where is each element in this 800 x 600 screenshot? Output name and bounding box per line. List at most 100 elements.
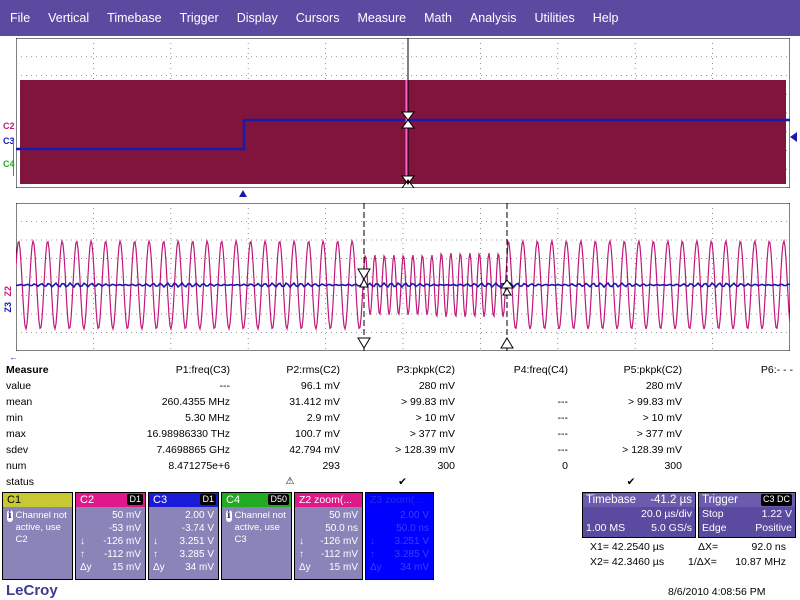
z2-panel[interactable]: Z2 zoom(... 50 mV 50.0 ns ↓ -126 mV ↑ -112 mV… [294, 492, 363, 580]
cursor-inv-value: 10.87 MHz [735, 556, 786, 568]
menu-item-help[interactable]: Help [584, 0, 628, 36]
z2-value-line: Δy 15 mV [299, 562, 358, 573]
c2-label: C2 [3, 121, 15, 131]
measure-cell: > 10 mV [642, 412, 682, 424]
trigger-level-arrow-icon[interactable] [790, 132, 797, 142]
measure-cell: 0 [562, 460, 568, 472]
z2-tab[interactable]: Z2 zoom(... [295, 493, 362, 507]
c2-tab[interactable]: C2 D1 [76, 493, 145, 507]
c3-value-line: ↑ 3.285 V [153, 549, 214, 560]
measure-header-2[interactable]: P2:rms(C2) [240, 364, 340, 376]
c2-badge: D1 [127, 494, 143, 505]
cursor-dx-value: 92.0 ns [751, 541, 786, 553]
menu-item-vertical[interactable]: Vertical [39, 0, 98, 36]
c3-value-line: ↓ 3.251 V [153, 536, 214, 547]
z3-tab[interactable]: Z3 zoom(... [366, 493, 433, 507]
cursor-x1: X1= 42.2540 µs [590, 541, 665, 553]
measure-cell: ✔ [626, 476, 636, 488]
measure-cell: 42.794 mV [289, 444, 340, 456]
measure-cell: value [6, 380, 32, 392]
menu-item-measure[interactable]: Measure [348, 0, 415, 36]
measure-row: value --- 96.1 mV 280 mV 280 mV [0, 380, 800, 396]
c2-value-line: ↑ -112 mV [80, 549, 141, 560]
c2-value-line: ↓ -126 mV [80, 536, 141, 547]
trigger-label: Trigger [702, 494, 738, 506]
c1-panel[interactable]: C1 i Channel not active, use C2 [2, 492, 73, 580]
measure-row: sdev 7.4698865 GHz 42.794 mV > 128.39 mV ---… [0, 444, 800, 460]
measure-cell: max [6, 428, 26, 440]
measure-header-0: Measure [6, 364, 49, 376]
measure-header-5[interactable]: P5:pkpk(C2) [580, 364, 682, 376]
menu-item-timebase[interactable]: Timebase [98, 0, 170, 36]
z3-panel[interactable]: Z3 zoom(... 2.00 V 50.0 ns ↓ 3.251 V ↑ 3.285 … [365, 492, 434, 580]
menu-item-utilities[interactable]: Utilities [525, 0, 583, 36]
measure-cell: --- [557, 428, 569, 440]
c2-values: 50 mV -53 mV ↓ -126 mV ↑ -112 mV Δy 15 mV [76, 507, 145, 579]
measure-cell: ✔ [398, 476, 407, 488]
cursor-x2: X2= 42.3460 µs [590, 556, 665, 568]
zoom-waveform-grid[interactable] [16, 203, 790, 351]
measure-header-4[interactable]: P4:freq(C4) [470, 364, 568, 376]
cursor-dx-label: ΔX= [698, 541, 719, 553]
measure-cell: 300 [664, 460, 682, 472]
measure-cell: > 99.83 mV [628, 396, 682, 408]
z3-value-line: ↑ 3.285 V [370, 549, 429, 560]
trigger-slope: Positive [755, 522, 792, 534]
z2-value-line: 50 mV [329, 510, 358, 521]
menu-item-file[interactable]: File [0, 0, 39, 36]
trigger-position-arrow-icon[interactable] [239, 190, 247, 197]
z2-label: Z2 [3, 286, 13, 297]
menu-item-trigger[interactable]: Trigger [171, 0, 228, 36]
measure-cell: num [6, 460, 27, 472]
z3-value-line: 2.00 V [400, 510, 429, 521]
c3-value-line: -3.74 V [181, 523, 214, 534]
cursor-inv-label: 1/ΔX= [688, 556, 717, 568]
c3-panel[interactable]: C3 D1 2.00 V -3.74 V ↓ 3.251 V ↑ 3.285 V Δy 34 m… [148, 492, 219, 580]
c1-tab[interactable]: C1 [3, 493, 72, 507]
timebase-samples: 1.00 MS [586, 522, 626, 534]
measure-cell: 31.412 mV [289, 396, 340, 408]
timebase-panel[interactable]: Timebase -41.2 µs 20.0 µs/div 1.00 MS 5.0 … [582, 492, 696, 538]
c3-tab[interactable]: C3 D1 [149, 493, 218, 507]
c2-value-line: Δy 15 mV [80, 562, 141, 573]
measure-cell: 2.9 mV [306, 412, 340, 424]
measure-cell: 8.471275e+6 [168, 460, 230, 472]
measure-row: status ⚠ ✔ ✔ [0, 476, 800, 492]
c3-badge: D1 [200, 494, 216, 505]
measure-cell: --- [219, 380, 231, 392]
measure-cell: --- [557, 412, 569, 424]
z2-value-line: ↓ -126 mV [299, 536, 358, 547]
measure-cell: 280 mV [418, 380, 455, 392]
menu-item-cursors[interactable]: Cursors [287, 0, 349, 36]
timebase-label: Timebase [586, 494, 637, 506]
c2-panel[interactable]: C2 D1 50 mV -53 mV ↓ -126 mV ↑ -112 mV Δy 15 mV [75, 492, 146, 580]
c2-value-line: 50 mV [112, 510, 141, 521]
c4-tab[interactable]: C4 D50 [222, 493, 291, 507]
c2-envelope [20, 80, 786, 184]
measure-cell: > 128.39 mV [395, 444, 455, 456]
measure-header-3[interactable]: P3:pkpk(C2) [350, 364, 455, 376]
info-icon: i [7, 510, 13, 522]
measure-row: min 5.30 MHz 2.9 mV > 10 mV --- > 10 mV [0, 412, 800, 428]
measure-row: mean 260.4355 MHz 31.412 mV > 99.83 mV --- > … [0, 396, 800, 412]
menu-item-analysis[interactable]: Analysis [461, 0, 526, 36]
menu-item-math[interactable]: Math [415, 0, 461, 36]
measure-cell: 5.30 MHz [185, 412, 230, 424]
info-icon: i [226, 510, 232, 522]
upper-waveform-grid[interactable] [16, 38, 790, 188]
measure-cell: > 377 mV [636, 428, 682, 440]
measure-cell: 293 [322, 460, 340, 472]
menu-item-display[interactable]: Display [228, 0, 287, 36]
measure-header-1[interactable]: P1:freq(C3) [120, 364, 230, 376]
measure-header-6[interactable]: P6:- - - [700, 364, 793, 376]
measure-cell: sdev [6, 444, 29, 456]
c3-value-line: 2.00 V [185, 510, 214, 521]
z3-values: 2.00 V 50.0 ns ↓ 3.251 V ↑ 3.285 V Δy 34 mV [366, 507, 433, 579]
c4-panel[interactable]: C4 D50 i Channel not active, use C3 [221, 492, 292, 580]
trigger-panel[interactable]: Trigger C3 DC Stop 1.22 V Edge Positive [698, 492, 796, 538]
measure-cell: > 128.39 mV [622, 444, 682, 456]
measure-cell: 100.7 mV [295, 428, 340, 440]
scroll-left-arrow-icon[interactable]: ← [9, 352, 18, 362]
lecroy-logo: LeCroy [6, 582, 58, 599]
measure-cell: > 99.83 mV [401, 396, 455, 408]
